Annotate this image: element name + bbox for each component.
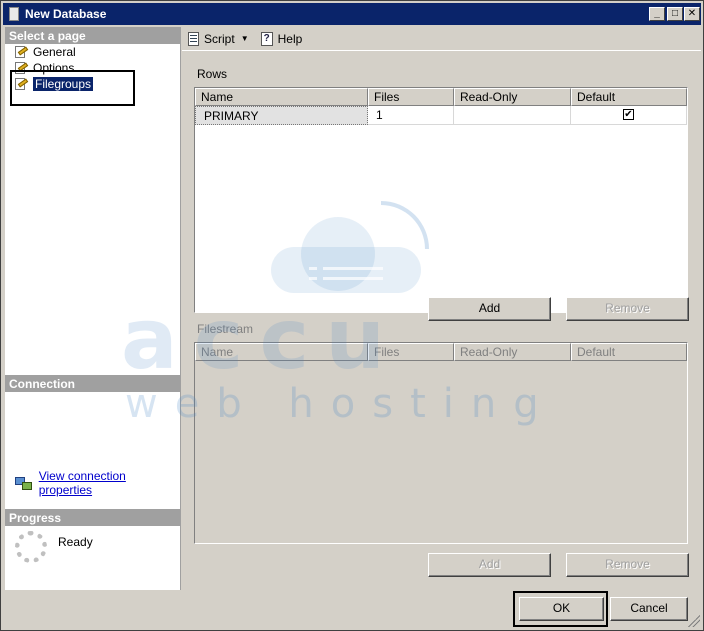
column-header-files[interactable]: Files <box>368 88 454 106</box>
column-header-name[interactable]: Name <box>195 343 368 361</box>
connection-header: Connection <box>5 375 181 392</box>
ok-highlight-box <box>513 591 608 627</box>
page-general[interactable]: General <box>13 44 76 60</box>
wrench-page-icon <box>13 45 29 59</box>
filestream-grid-header: Name Files Read-Only Default <box>195 343 687 361</box>
window-title: New Database <box>25 7 107 21</box>
column-header-read-only[interactable]: Read-Only <box>454 88 571 106</box>
cell-default[interactable]: ✔ <box>571 106 687 125</box>
rows-grid[interactable]: Name Files Read-Only Default PRIMARY 1 ✔ <box>194 87 688 313</box>
script-label: Script <box>204 31 235 46</box>
rows-section-label: Rows <box>197 67 228 81</box>
cell-name[interactable]: PRIMARY <box>195 106 368 125</box>
column-header-files[interactable]: Files <box>368 343 454 361</box>
help-label: Help <box>277 31 303 46</box>
filestream-grid[interactable]: Name Files Read-Only Default <box>194 342 688 544</box>
column-header-read-only[interactable]: Read-Only <box>454 343 571 361</box>
progress-header: Progress <box>5 509 181 526</box>
connection-properties-icon <box>15 475 33 491</box>
help-button[interactable]: ? Help <box>259 31 303 47</box>
chevron-down-icon[interactable]: ▼ <box>241 34 249 43</box>
progress-spinner-icon <box>15 531 47 563</box>
page-general-label: General <box>33 45 76 59</box>
script-icon <box>185 31 201 47</box>
help-icon: ? <box>259 31 275 47</box>
filestream-section-label: Filestream <box>197 322 254 336</box>
cancel-button[interactable]: Cancel <box>610 597 688 621</box>
close-button[interactable]: ✕ <box>684 7 700 21</box>
script-button[interactable]: Script ▼ <box>185 31 249 47</box>
select-page-header: Select a page <box>5 27 181 44</box>
view-connection-properties-link[interactable]: View connection properties <box>15 469 180 497</box>
progress-status-label: Ready <box>58 535 93 549</box>
cell-files[interactable]: 1 <box>368 106 454 125</box>
cell-read-only[interactable] <box>454 106 571 125</box>
column-header-name[interactable]: Name <box>195 88 368 106</box>
table-row[interactable]: PRIMARY 1 ✔ <box>195 106 687 125</box>
column-header-default[interactable]: Default <box>571 88 687 106</box>
page-selector-pane: Select a page General Options Filegroups… <box>5 27 181 590</box>
default-checkbox[interactable]: ✔ <box>623 109 634 120</box>
resize-grip-icon[interactable] <box>688 615 700 627</box>
rows-add-button[interactable]: Add <box>428 297 551 321</box>
toolbar: Script ▼ ? Help <box>182 27 701 51</box>
minimize-button[interactable]: _ <box>649 7 665 21</box>
new-database-dialog: New Database _ □ ✕ Select a page General… <box>0 0 704 631</box>
connection-link-label: View connection properties <box>38 469 126 497</box>
filegroups-page: Script ▼ ? Help Rows Name Files Read-Onl… <box>182 27 701 590</box>
maximize-button[interactable]: □ <box>667 7 683 21</box>
filestream-remove-button[interactable]: Remove <box>566 553 689 577</box>
filestream-add-button[interactable]: Add <box>428 553 551 577</box>
title-bar[interactable]: New Database _ □ ✕ <box>3 3 701 25</box>
progress-status: Ready <box>15 531 93 563</box>
column-header-default[interactable]: Default <box>571 343 687 361</box>
rows-remove-button[interactable]: Remove <box>566 297 689 321</box>
filegroups-highlight-box <box>10 70 135 106</box>
rows-grid-header: Name Files Read-Only Default <box>195 88 687 106</box>
database-icon <box>9 7 19 21</box>
